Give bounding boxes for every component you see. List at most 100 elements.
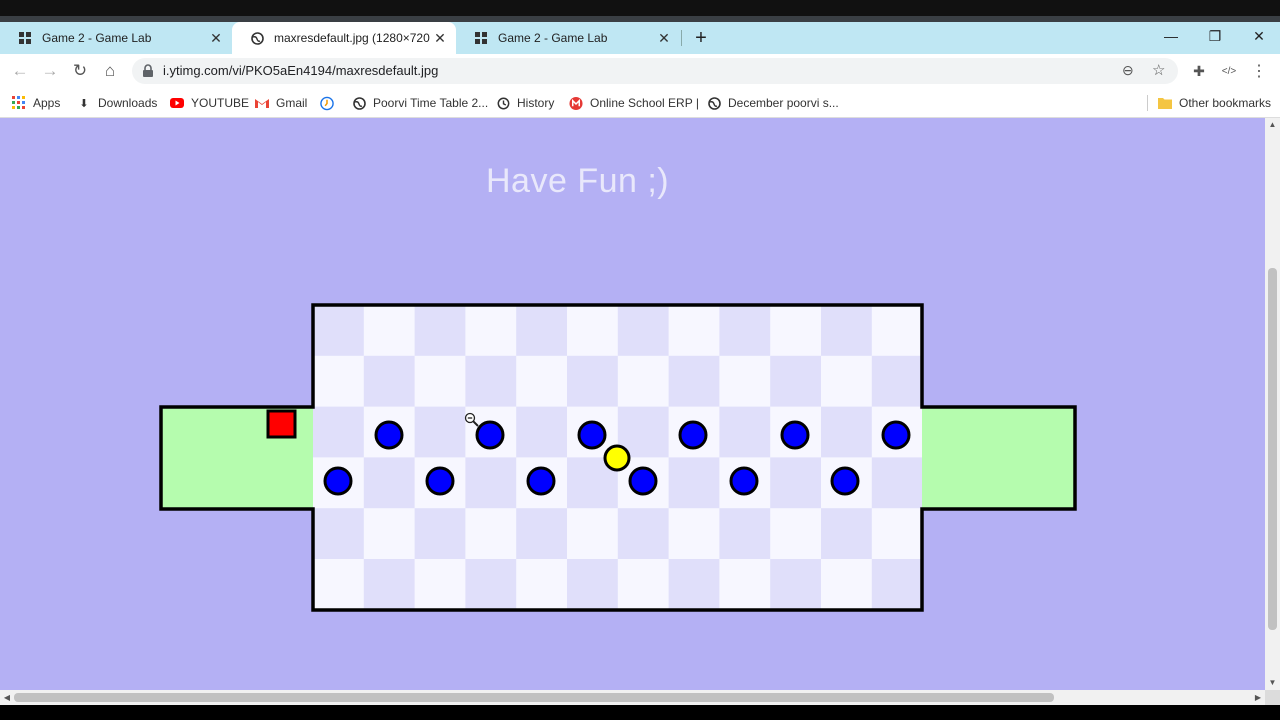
home-button[interactable]: ⌂	[96, 54, 124, 88]
board-square	[363, 457, 416, 509]
board-square	[465, 457, 517, 509]
board-square	[668, 305, 720, 357]
board-square	[821, 406, 873, 458]
board-square	[516, 559, 568, 611]
board-square	[516, 406, 568, 458]
tab-title: Game 2 - Game Lab	[42, 31, 152, 45]
vertical-scrollbar[interactable]: ▲ ▼	[1265, 118, 1280, 690]
new-tab-button[interactable]: +	[690, 22, 712, 54]
board-square	[363, 355, 416, 408]
board-square	[516, 508, 568, 560]
board-square	[668, 355, 720, 408]
bookmark-other[interactable]: Other bookmarks	[1158, 94, 1271, 112]
board-square	[871, 305, 924, 357]
menu-icon[interactable]: ⋮	[1246, 54, 1272, 88]
close-window-button[interactable]: ✕	[1238, 22, 1280, 50]
scroll-left-arrow-icon[interactable]: ◀	[0, 690, 14, 705]
close-icon[interactable]: ✕	[430, 30, 450, 47]
board-square	[719, 559, 771, 611]
board-square	[871, 559, 924, 611]
scroll-up-arrow-icon[interactable]: ▲	[1265, 118, 1280, 132]
board-square	[414, 355, 466, 408]
address-bar[interactable]: i.ytimg.com/vi/PKO5aEn4194/maxresdefault…	[132, 58, 1178, 84]
board-square	[313, 406, 365, 458]
board-square	[668, 457, 720, 509]
enemy-dot	[374, 420, 404, 450]
close-icon[interactable]: ✕	[654, 30, 674, 47]
tab-game-lab-1[interactable]: Game 2 - Game Lab ✕	[0, 22, 232, 54]
board-square	[617, 508, 670, 560]
bookmark-clock[interactable]	[320, 94, 341, 112]
globe-icon	[250, 31, 264, 45]
enemy-dot	[780, 420, 810, 450]
page-viewport: Have Fun ;)	[0, 118, 1265, 690]
bookmark-downloads[interactable]: ⬇ Downloads	[77, 94, 157, 112]
close-icon[interactable]: ✕	[206, 30, 226, 47]
game-board[interactable]	[0, 118, 1265, 690]
bookmark-label: Gmail	[276, 96, 308, 110]
devtools-icon[interactable]: </>	[1216, 54, 1242, 88]
enemy-dot	[881, 420, 911, 450]
bookmarks-divider	[1147, 95, 1148, 111]
restore-button[interactable]: ❐	[1194, 22, 1236, 50]
board-square	[617, 559, 670, 611]
board-square	[770, 305, 822, 357]
bookmark-label: Apps	[33, 96, 61, 110]
scrollbar-thumb[interactable]	[1268, 268, 1277, 630]
enemy-dot	[678, 420, 708, 450]
erp-icon	[569, 96, 583, 110]
horizontal-scrollbar[interactable]: ◀ ▶	[0, 690, 1265, 705]
scroll-right-arrow-icon[interactable]: ▶	[1251, 690, 1265, 705]
bookmarks-bar: Apps ⬇ Downloads YOUTUBE Gmail Poorvi Ti…	[0, 88, 1280, 118]
tab-title: maxresdefault.jpg (1280×720)	[274, 31, 430, 45]
grid-icon	[474, 31, 488, 45]
bookmark-online-school-erp[interactable]: Online School ERP |	[569, 94, 699, 112]
clock-badge-icon	[320, 96, 334, 110]
scroll-down-arrow-icon[interactable]: ▼	[1265, 676, 1280, 690]
board-square	[414, 559, 466, 611]
back-button[interactable]: ←	[6, 54, 34, 88]
extensions-icon[interactable]: ✚	[1186, 54, 1212, 88]
tab-strip: Game 2 - Game Lab ✕ maxresdefault.jpg (1…	[0, 22, 1280, 54]
apps-grid-icon	[12, 96, 26, 110]
enemy-dot	[577, 420, 607, 450]
minimize-button[interactable]: —	[1150, 22, 1192, 50]
bookmark-history[interactable]: History	[496, 94, 554, 112]
board-square	[414, 305, 466, 357]
url-text: i.ytimg.com/vi/PKO5aEn4194/maxresdefault…	[163, 63, 439, 78]
scrollbar-thumb[interactable]	[14, 693, 1054, 702]
tab-title: Game 2 - Game Lab	[498, 31, 608, 45]
board-square	[567, 305, 619, 357]
board-square	[313, 355, 365, 408]
tab-divider	[681, 30, 682, 46]
enemy-dot	[830, 466, 860, 496]
download-icon: ⬇	[79, 97, 89, 110]
bookmark-poorvi-time-table[interactable]: Poorvi Time Table 2...	[352, 94, 488, 112]
zoom-icon[interactable]: ⊖	[1122, 62, 1134, 79]
bookmark-gmail[interactable]: Gmail	[255, 94, 307, 112]
tab-maxresdefault[interactable]: maxresdefault.jpg (1280×720) ✕	[232, 22, 456, 54]
board-square	[821, 508, 873, 560]
bookmark-apps[interactable]: Apps	[12, 94, 60, 112]
board-square	[567, 355, 619, 408]
board-square	[516, 305, 568, 357]
board-square	[516, 355, 568, 408]
forward-button[interactable]: →	[36, 54, 64, 88]
board-square	[668, 559, 720, 611]
bookmark-label: Poorvi Time Table 2...	[373, 96, 489, 110]
board-square	[363, 508, 416, 560]
reload-button[interactable]: ↻	[66, 54, 94, 88]
bookmark-youtube[interactable]: YOUTUBE	[170, 94, 249, 112]
board-square	[567, 508, 619, 560]
board-square	[770, 559, 822, 611]
gmail-icon	[255, 96, 269, 110]
board-square	[617, 305, 670, 357]
board-square	[363, 305, 416, 357]
tab-game-lab-2[interactable]: Game 2 - Game Lab ✕	[456, 22, 680, 54]
board-square	[617, 355, 670, 408]
board-square	[414, 406, 466, 458]
bookmark-december-poorvi[interactable]: December poorvi s...	[707, 94, 839, 112]
bookmark-star-icon[interactable]: ☆	[1152, 61, 1165, 79]
board-square	[465, 508, 517, 560]
youtube-icon	[170, 96, 184, 110]
